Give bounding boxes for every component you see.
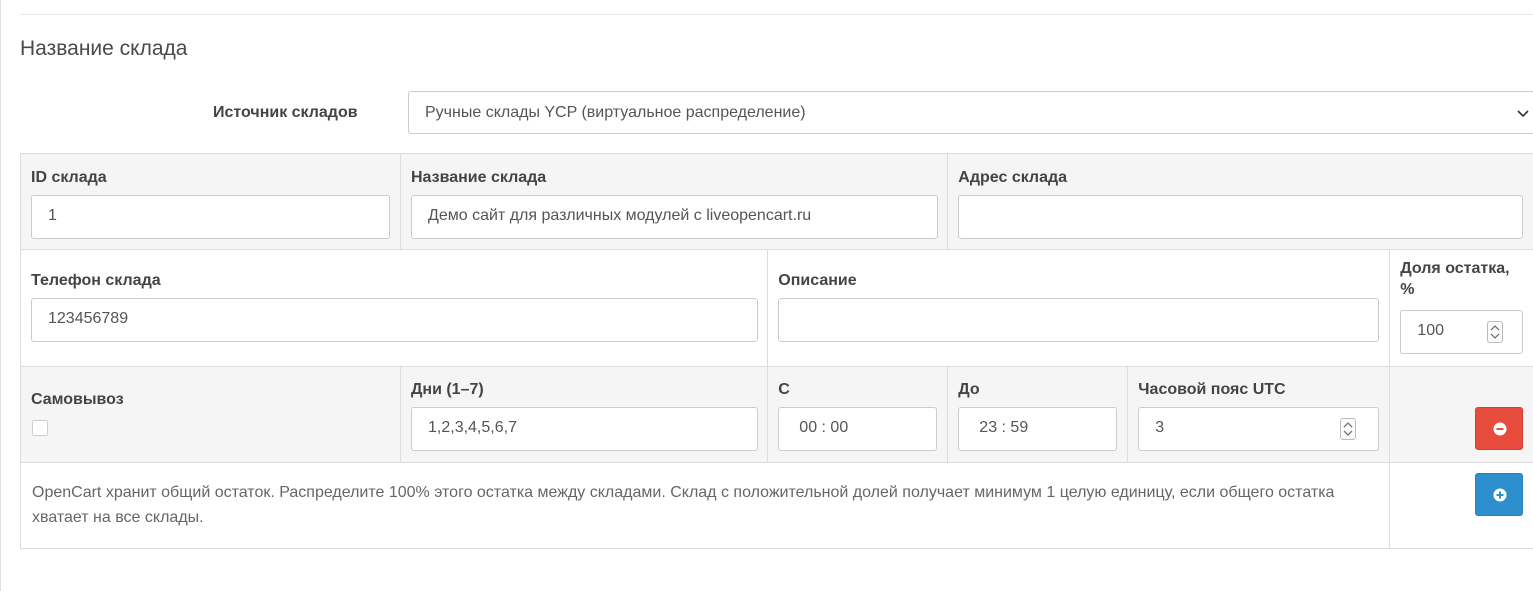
- note-cell: OpenCart хранит общий остаток. Распредел…: [19, 462, 1391, 549]
- id-input-value: 1: [48, 207, 57, 224]
- days-cell: Дни (1–7) 1,2,3,4,5,6,7: [399, 366, 769, 463]
- plus-circle-icon: [1493, 488, 1507, 502]
- to-cell: До 23 : 59: [947, 366, 1129, 463]
- address-label: Адрес склада: [958, 169, 1068, 186]
- distribution-note: OpenCart хранит общий остаток. Распредел…: [32, 484, 1335, 526]
- timezone-cell: Часовой пояс UTC 3: [1127, 366, 1391, 463]
- source-label: Источник складов: [213, 104, 358, 121]
- add-cell: [1389, 462, 1533, 549]
- phone-label: Телефон склада: [31, 272, 161, 289]
- section-title: Название склада: [20, 37, 188, 60]
- timezone-input[interactable]: 3: [1138, 407, 1380, 451]
- phone-input[interactable]: 123456789: [31, 298, 758, 342]
- spinner-arrows-icon: [1490, 325, 1500, 339]
- remove-cell: [1389, 366, 1533, 463]
- timezone-label: Часовой пояс UTC: [1138, 381, 1286, 398]
- name-label: Название склада: [411, 169, 547, 186]
- id-cell: ID склада 1: [20, 153, 401, 250]
- table-row: Телефон склада 123456789 Описание Доля о…: [19, 249, 1533, 367]
- source-select[interactable]: Ручные склады YCP (виртуальное распредел…: [408, 91, 1533, 134]
- table-row: OpenCart хранит общий остаток. Распредел…: [19, 462, 1533, 549]
- source-select-value: Ручные склады YCP (виртуальное распредел…: [425, 104, 806, 121]
- from-time-input[interactable]: 00 : 00: [778, 407, 938, 451]
- timezone-spinner[interactable]: [1340, 418, 1357, 440]
- from-label: С: [778, 381, 790, 398]
- share-cell: Доля остатка, % 100: [1389, 249, 1533, 367]
- chevron-down-icon: [1517, 110, 1529, 118]
- page-left-border: [0, 0, 1, 591]
- days-input-value: 1,2,3,4,5,6,7: [428, 419, 517, 436]
- table-row: ID склада 1 Название склада Демо сайт дл…: [20, 153, 1533, 250]
- address-cell: Адрес склада: [947, 153, 1533, 250]
- description-cell: Описание: [767, 249, 1391, 367]
- from-time-value: 00 : 00: [799, 419, 849, 436]
- top-divider: [20, 14, 1533, 15]
- share-input[interactable]: 100: [1400, 310, 1524, 354]
- description-input[interactable]: [778, 298, 1380, 342]
- from-cell: С 00 : 00: [767, 366, 949, 463]
- warehouse-table: ID склада 1 Название склада Демо сайт дл…: [19, 153, 1533, 549]
- pickup-cell: Самовывоз: [20, 366, 401, 463]
- to-time-input[interactable]: 23 : 59: [958, 407, 1118, 451]
- description-label: Описание: [778, 272, 857, 289]
- to-time-value: 23 : 59: [979, 419, 1029, 436]
- pickup-checkbox[interactable]: [32, 420, 48, 436]
- share-spinner[interactable]: [1487, 321, 1504, 343]
- name-input-value: Демо сайт для различных модулей с liveop…: [428, 207, 812, 224]
- name-cell: Название склада Демо сайт для различных …: [399, 153, 949, 250]
- spinner-arrows-icon: [1343, 422, 1353, 436]
- add-warehouse-button[interactable]: [1475, 473, 1524, 516]
- phone-input-value: 123456789: [48, 310, 129, 327]
- minus-circle-icon: [1493, 422, 1507, 436]
- share-input-value: 100: [1417, 322, 1444, 339]
- phone-cell: Телефон склада 123456789: [19, 249, 769, 367]
- timezone-input-value: 3: [1155, 419, 1165, 436]
- id-input[interactable]: 1: [31, 195, 390, 239]
- share-label: Доля остатка, %: [1400, 260, 1510, 298]
- pickup-label: Самовывоз: [31, 391, 124, 408]
- remove-warehouse-button[interactable]: [1475, 407, 1524, 450]
- days-label: Дни (1–7): [411, 381, 484, 398]
- id-label: ID склада: [31, 169, 107, 186]
- table-row: Самовывоз Дни (1–7) 1,2,3,4,5,6,7 С 00 :…: [20, 366, 1533, 463]
- to-label: До: [958, 381, 980, 398]
- address-input[interactable]: [958, 195, 1524, 239]
- days-input[interactable]: 1,2,3,4,5,6,7: [411, 407, 758, 451]
- name-input[interactable]: Демо сайт для различных модулей с liveop…: [411, 195, 938, 239]
